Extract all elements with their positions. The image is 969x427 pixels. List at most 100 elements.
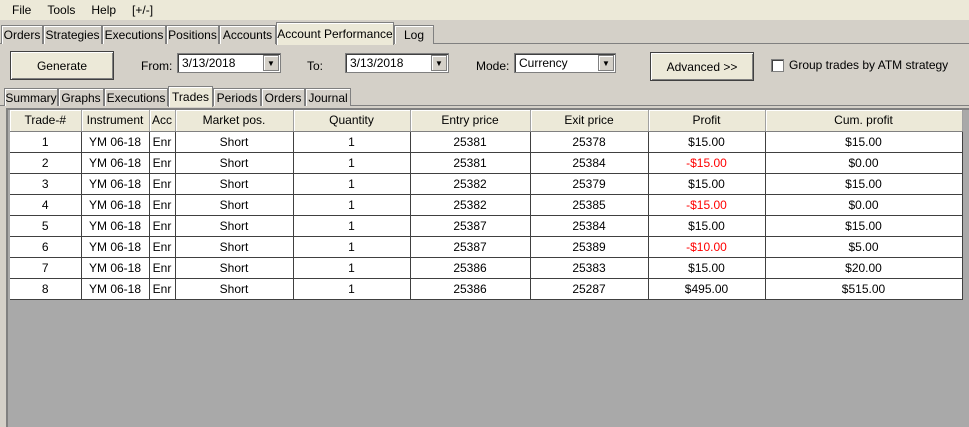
cell-quantity[interactable]: 1 xyxy=(293,236,411,258)
cell-trade-number[interactable]: 6 xyxy=(10,236,82,258)
tab-graphs[interactable]: Graphs xyxy=(58,88,104,106)
table-row[interactable]: 2 YM 06-18 Enr Short 1 25381 25384 -$15.00 $0.00 xyxy=(10,152,963,174)
table-row[interactable]: 6 YM 06-18 Enr Short 1 25387 25389 -$10.00 $5.00 xyxy=(10,236,963,258)
cell-market-pos[interactable]: Short xyxy=(175,278,294,300)
cell-entry-price[interactable]: 25386 xyxy=(410,257,531,279)
tab-accounts[interactable]: Accounts xyxy=(219,25,276,44)
from-date-picker[interactable]: 3/13/2018 ▼ xyxy=(177,53,281,73)
tab-orders[interactable]: Orders xyxy=(1,25,43,44)
menu-file[interactable]: File xyxy=(4,3,39,17)
tab-log[interactable]: Log xyxy=(394,25,434,44)
table-row[interactable]: 4 YM 06-18 Enr Short 1 25382 25385 -$15.00 $0.00 xyxy=(10,194,963,216)
chevron-down-icon[interactable]: ▼ xyxy=(263,55,279,71)
cell-instrument[interactable]: YM 06-18 xyxy=(81,194,150,216)
cell-entry-price[interactable]: 25387 xyxy=(410,236,531,258)
col-trade-number[interactable]: Trade-# xyxy=(10,110,82,132)
tab-trades[interactable]: Trades xyxy=(168,86,213,107)
group-trades-checkbox[interactable] xyxy=(771,59,784,72)
cell-cum-profit[interactable]: $15.00 xyxy=(765,215,963,237)
table-row[interactable]: 8 YM 06-18 Enr Short 1 25386 25287 $495.00 $515.… xyxy=(10,278,963,300)
mode-select[interactable]: Currency ▼ xyxy=(514,53,616,73)
cell-cum-profit[interactable]: $0.00 xyxy=(765,194,963,216)
chevron-down-icon[interactable]: ▼ xyxy=(431,55,447,71)
tab-journal[interactable]: Journal xyxy=(305,88,351,106)
cell-cum-profit[interactable]: $15.00 xyxy=(765,173,963,195)
cell-account[interactable]: Enr xyxy=(149,173,176,195)
cell-entry-price[interactable]: 25381 xyxy=(410,152,531,174)
cell-instrument[interactable]: YM 06-18 xyxy=(81,131,150,153)
col-instrument[interactable]: Instrument xyxy=(81,110,150,132)
cell-account[interactable]: Enr xyxy=(149,152,176,174)
col-quantity[interactable]: Quantity xyxy=(293,110,411,132)
cell-trade-number[interactable]: 1 xyxy=(10,131,82,153)
cell-quantity[interactable]: 1 xyxy=(293,152,411,174)
cell-account[interactable]: Enr xyxy=(149,131,176,153)
cell-entry-price[interactable]: 25381 xyxy=(410,131,531,153)
col-exit-price[interactable]: Exit price xyxy=(530,110,649,132)
cell-trade-number[interactable]: 7 xyxy=(10,257,82,279)
cell-instrument[interactable]: YM 06-18 xyxy=(81,278,150,300)
cell-quantity[interactable]: 1 xyxy=(293,173,411,195)
tab-summary[interactable]: Summary xyxy=(4,88,58,106)
col-account[interactable]: Acc xyxy=(149,110,176,132)
cell-market-pos[interactable]: Short xyxy=(175,152,294,174)
cell-instrument[interactable]: YM 06-18 xyxy=(81,173,150,195)
cell-instrument[interactable]: YM 06-18 xyxy=(81,215,150,237)
cell-account[interactable]: Enr xyxy=(149,194,176,216)
cell-profit[interactable]: $15.00 xyxy=(648,257,766,279)
cell-exit-price[interactable]: 25383 xyxy=(530,257,649,279)
cell-trade-number[interactable]: 4 xyxy=(10,194,82,216)
cell-trade-number[interactable]: 5 xyxy=(10,215,82,237)
tab-executions[interactable]: Executions xyxy=(102,25,166,44)
cell-exit-price[interactable]: 25384 xyxy=(530,152,649,174)
cell-profit[interactable]: $495.00 xyxy=(648,278,766,300)
cell-quantity[interactable]: 1 xyxy=(293,278,411,300)
cell-entry-price[interactable]: 25382 xyxy=(410,194,531,216)
cell-profit[interactable]: -$10.00 xyxy=(648,236,766,258)
tab-account-performance[interactable]: Account Performance xyxy=(276,22,394,45)
tab-strategies[interactable]: Strategies xyxy=(43,25,102,44)
col-entry-price[interactable]: Entry price xyxy=(410,110,531,132)
cell-instrument[interactable]: YM 06-18 xyxy=(81,257,150,279)
cell-cum-profit[interactable]: $515.00 xyxy=(765,278,963,300)
cell-account[interactable]: Enr xyxy=(149,257,176,279)
cell-profit[interactable]: -$15.00 xyxy=(648,194,766,216)
generate-button[interactable]: Generate xyxy=(10,51,114,80)
cell-account[interactable]: Enr xyxy=(149,215,176,237)
cell-exit-price[interactable]: 25384 xyxy=(530,215,649,237)
menu-toggle[interactable]: [+/-] xyxy=(124,3,161,17)
col-cum-profit[interactable]: Cum. profit xyxy=(765,110,963,132)
cell-exit-price[interactable]: 25287 xyxy=(530,278,649,300)
cell-trade-number[interactable]: 8 xyxy=(10,278,82,300)
table-row[interactable]: 1 YM 06-18 Enr Short 1 25381 25378 $15.00 $15.00 xyxy=(10,131,963,153)
cell-cum-profit[interactable]: $20.00 xyxy=(765,257,963,279)
tab-periods[interactable]: Periods xyxy=(213,88,261,106)
cell-cum-profit[interactable]: $15.00 xyxy=(765,131,963,153)
cell-profit[interactable]: $15.00 xyxy=(648,173,766,195)
cell-instrument[interactable]: YM 06-18 xyxy=(81,152,150,174)
cell-trade-number[interactable]: 2 xyxy=(10,152,82,174)
menu-tools[interactable]: Tools xyxy=(39,3,83,17)
cell-cum-profit[interactable]: $5.00 xyxy=(765,236,963,258)
chevron-down-icon[interactable]: ▼ xyxy=(598,55,614,71)
cell-market-pos[interactable]: Short xyxy=(175,131,294,153)
cell-profit[interactable]: $15.00 xyxy=(648,131,766,153)
cell-quantity[interactable]: 1 xyxy=(293,257,411,279)
cell-instrument[interactable]: YM 06-18 xyxy=(81,236,150,258)
cell-account[interactable]: Enr xyxy=(149,278,176,300)
tab-executions-sub[interactable]: Executions xyxy=(104,88,168,106)
to-date-picker[interactable]: 3/13/2018 ▼ xyxy=(345,53,449,73)
tab-positions[interactable]: Positions xyxy=(166,25,219,44)
cell-profit[interactable]: -$15.00 xyxy=(648,152,766,174)
advanced-button[interactable]: Advanced >> xyxy=(650,52,754,81)
cell-exit-price[interactable]: 25378 xyxy=(530,131,649,153)
cell-trade-number[interactable]: 3 xyxy=(10,173,82,195)
menu-help[interactable]: Help xyxy=(83,3,124,17)
table-row[interactable]: 5 YM 06-18 Enr Short 1 25387 25384 $15.00 $15.00 xyxy=(10,215,963,237)
cell-quantity[interactable]: 1 xyxy=(293,194,411,216)
cell-quantity[interactable]: 1 xyxy=(293,215,411,237)
cell-market-pos[interactable]: Short xyxy=(175,215,294,237)
cell-market-pos[interactable]: Short xyxy=(175,194,294,216)
table-row[interactable]: 7 YM 06-18 Enr Short 1 25386 25383 $15.00 $20.00 xyxy=(10,257,963,279)
cell-entry-price[interactable]: 25386 xyxy=(410,278,531,300)
